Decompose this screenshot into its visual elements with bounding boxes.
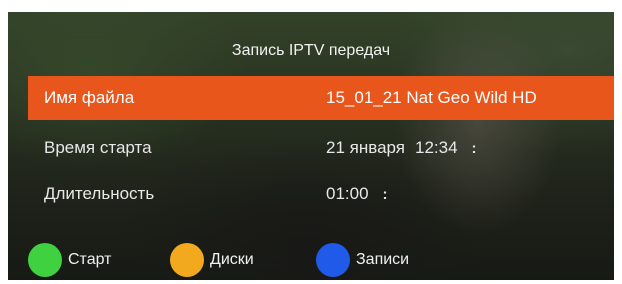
start-date: 21 января: [326, 138, 405, 157]
row-label: Имя файла: [44, 88, 135, 107]
start-time-value[interactable]: 21 января 12:34:: [326, 138, 477, 158]
start-clock: 12:34: [415, 138, 458, 157]
recordings-button[interactable]: Записи: [316, 242, 409, 278]
file-name-value[interactable]: 15_01_21 Nat Geo Wild HD: [326, 88, 537, 108]
blue-dot-icon: [316, 243, 350, 277]
yellow-dot-icon: [170, 243, 204, 277]
disks-button[interactable]: Диски: [170, 242, 254, 278]
footer-buttons: Старт Диски Записи: [28, 242, 614, 278]
row-label: Время старта: [44, 138, 152, 157]
green-dot-icon: [28, 243, 62, 277]
start-button-label: Старт: [68, 251, 112, 268]
duration-time: 01:00: [326, 184, 369, 203]
page-title: Запись IPTV передач: [231, 42, 391, 59]
start-button[interactable]: Старт: [28, 242, 111, 278]
row-label: Длительность: [44, 184, 155, 203]
spinner-icon[interactable]: :: [472, 140, 477, 157]
duration-value[interactable]: 01:00:: [326, 184, 388, 204]
disks-button-label: Диски: [210, 251, 254, 268]
row-file-name[interactable]: Имя файла 15_01_21 Nat Geo Wild HD: [28, 76, 614, 120]
row-start-time[interactable]: Время старта 21 января 12:34:: [28, 126, 614, 170]
spinner-icon[interactable]: :: [383, 186, 388, 203]
row-duration[interactable]: Длительность 01:00:: [28, 172, 614, 216]
recordings-button-label: Записи: [356, 251, 410, 268]
iptv-record-screen: Запись IPTV передач Имя файла 15_01_21 N…: [8, 12, 614, 280]
